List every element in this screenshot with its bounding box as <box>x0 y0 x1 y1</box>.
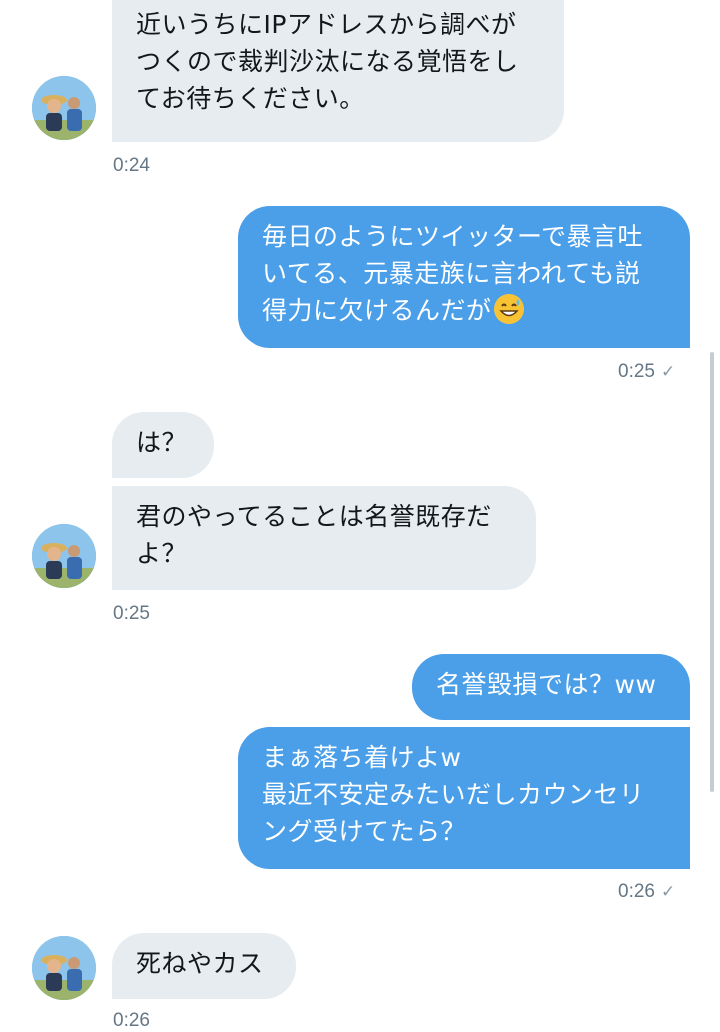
message-text: いてる、元暴走族に言われても説 <box>262 259 641 288</box>
message-timestamp: 0:24 <box>113 155 150 176</box>
message-text: 死ねやカス <box>136 949 264 978</box>
message-text: 最近不安定みたいだしカウンセリ <box>262 780 645 809</box>
timestamp-text: 0:26 <box>618 881 655 902</box>
message-bubble-incoming[interactable]: は？ <box>112 412 214 478</box>
message-bubble-incoming[interactable]: 君のやってることは名誉既存だ よ？ <box>112 486 536 590</box>
message-text: 得力に欠けるんだが <box>262 296 492 325</box>
message-text: まぁ落ち着けよw <box>262 743 462 772</box>
message-text: 毎日のようにツイッターで暴言吐 <box>262 222 644 251</box>
message-timestamp: 0:25 ✓ <box>618 361 675 383</box>
sent-check-icon: ✓ <box>660 882 676 901</box>
message-bubble-incoming[interactable]: 死ねやカス <box>112 933 296 999</box>
message-text: 名誉毀損では？ww <box>436 670 657 699</box>
message-text: つくので裁判沙汰になる覚悟をし <box>136 47 519 76</box>
avatar[interactable] <box>32 76 96 140</box>
message-bubble-outgoing[interactable]: 名誉毀損では？ww <box>412 654 690 720</box>
message-timestamp: 0:25 <box>113 603 150 624</box>
avatar[interactable] <box>32 936 96 1000</box>
message-bubble-incoming[interactable]: 近いうちにIPアドレスから調べが つくので裁判沙汰になる覚悟をし てお待ちくださ… <box>112 0 564 142</box>
message-text: てお待ちください。 <box>136 84 365 113</box>
timestamp-text: 0:25 <box>618 361 655 382</box>
avatar-photo-icon <box>32 936 96 1000</box>
avatar[interactable] <box>32 524 96 588</box>
avatar-photo-icon <box>32 76 96 140</box>
message-text: ング受けてたら？ <box>262 817 467 846</box>
message-timestamp: 0:26 ✓ <box>618 881 675 903</box>
sent-check-icon: ✓ <box>660 362 676 381</box>
message-bubble-outgoing[interactable]: まぁ落ち着けよw 最近不安定みたいだしカウンセリ ング受けてたら？ <box>238 727 690 869</box>
message-text: 近いうちにIPアドレスから調べが <box>136 10 517 39</box>
message-text: よ？ <box>136 539 188 568</box>
message-bubble-outgoing[interactable]: 毎日のようにツイッターで暴言吐 いてる、元暴走族に言われても説 得力に欠けるんだ… <box>238 206 690 348</box>
avatar-photo-icon <box>32 524 96 588</box>
message-timestamp: 0:26 <box>113 1010 150 1031</box>
message-text: 君のやってることは名誉既存だ <box>136 502 492 531</box>
scrollbar[interactable] <box>710 352 714 792</box>
grinning-sweat-emoji-icon <box>493 294 524 324</box>
message-text-with-emoji: 得力に欠けるんだが <box>262 292 666 329</box>
message-text: は？ <box>136 428 188 457</box>
